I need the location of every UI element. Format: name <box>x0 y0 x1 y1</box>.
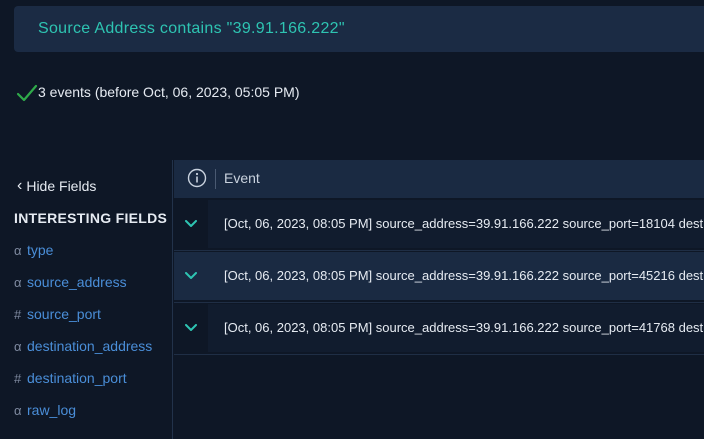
chevron-down-icon <box>185 324 197 331</box>
events-table: Event [Oct, 06, 2023, 08:05 PM] source_a… <box>174 160 704 439</box>
field-item-destination-address[interactable]: α destination_address <box>14 338 152 354</box>
header-divider <box>215 169 216 189</box>
expand-row-button[interactable] <box>174 252 208 300</box>
row-divider <box>174 250 704 251</box>
row-divider <box>174 302 704 303</box>
event-text: [Oct, 06, 2023, 08:05 PM] source_address… <box>224 320 704 335</box>
event-text: [Oct, 06, 2023, 08:05 PM] source_address… <box>224 216 704 231</box>
check-icon <box>16 82 38 102</box>
field-name: raw_log <box>27 402 77 418</box>
table-row: [Oct, 06, 2023, 08:05 PM] source_address… <box>174 304 704 352</box>
chevron-left-icon: ‹ <box>17 177 23 194</box>
hide-fields-label: Hide Fields <box>26 178 97 194</box>
string-type-icon: α <box>14 242 22 258</box>
results-summary: 3 events (before Oct, 06, 2023, 05:05 PM… <box>16 82 299 102</box>
events-table-header: Event <box>174 160 704 198</box>
field-name: source_address <box>27 274 127 290</box>
number-type-icon: # <box>14 306 22 322</box>
search-query-bar[interactable]: Source Address contains "39.91.166.222" <box>14 6 704 52</box>
field-item-type[interactable]: α type <box>14 242 53 258</box>
string-type-icon: α <box>14 402 22 418</box>
event-text: [Oct, 06, 2023, 08:05 PM] source_address… <box>224 268 704 283</box>
event-column-header[interactable]: Event <box>224 170 260 186</box>
field-item-source-address[interactable]: α source_address <box>14 274 127 290</box>
field-item-destination-port[interactable]: # destination_port <box>14 370 127 386</box>
chevron-down-icon <box>185 220 197 227</box>
field-item-raw-log[interactable]: α raw_log <box>14 402 76 418</box>
info-icon[interactable] <box>187 168 207 188</box>
expand-row-button[interactable] <box>174 200 208 248</box>
table-row: [Oct, 06, 2023, 08:05 PM] source_address… <box>174 252 704 300</box>
field-name: source_port <box>27 306 101 322</box>
search-query-text: Source Address contains "39.91.166.222" <box>38 20 345 37</box>
number-type-icon: # <box>14 370 22 386</box>
field-name: destination_address <box>27 338 153 354</box>
chevron-down-icon <box>185 272 197 279</box>
string-type-icon: α <box>14 338 22 354</box>
field-item-source-port[interactable]: # source_port <box>14 306 101 322</box>
fields-sidebar: ‹ Hide Fields INTERESTING FIELDS α type … <box>14 160 173 439</box>
string-type-icon: α <box>14 274 22 290</box>
table-row: [Oct, 06, 2023, 08:05 PM] source_address… <box>174 200 704 248</box>
interesting-fields-title: INTERESTING FIELDS <box>14 210 168 226</box>
field-name: destination_port <box>27 370 127 386</box>
results-summary-text: 3 events (before Oct, 06, 2023, 05:05 PM… <box>38 84 300 100</box>
expand-row-button[interactable] <box>174 304 208 352</box>
hide-fields-button[interactable]: ‹ Hide Fields <box>17 177 97 195</box>
row-divider <box>174 354 704 355</box>
field-name: type <box>27 242 54 258</box>
